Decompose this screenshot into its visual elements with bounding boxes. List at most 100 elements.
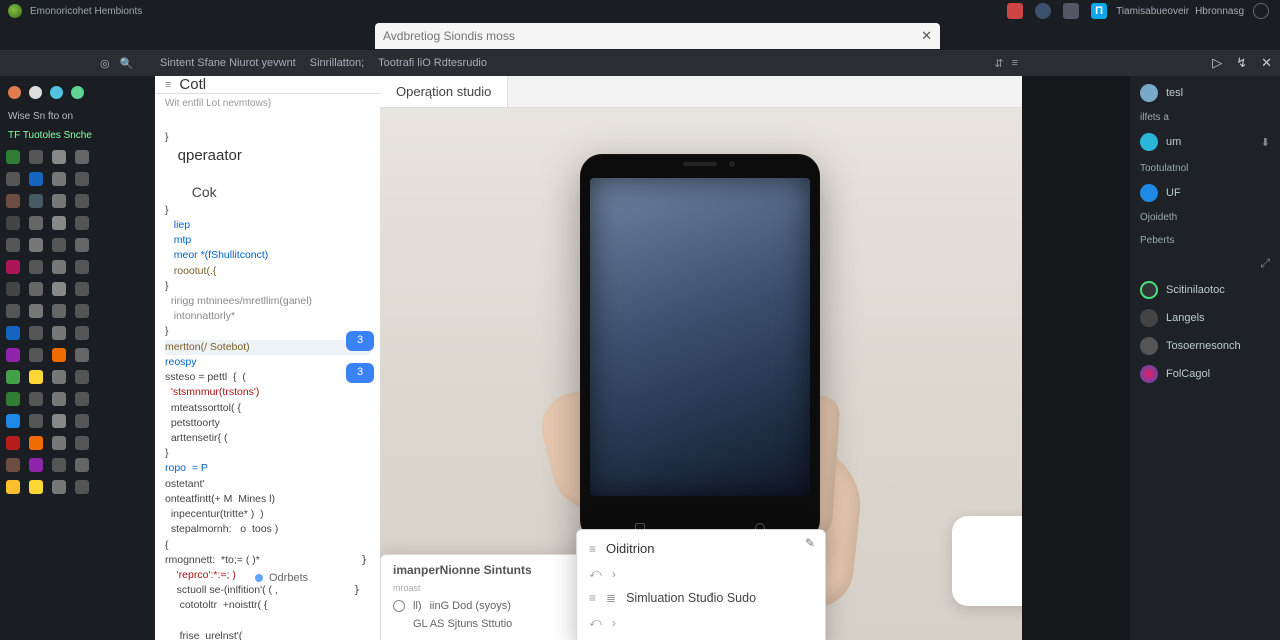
popup-actions[interactable]: ✎ ≡Oiditrion ⤺› ≡≣Simluation Stuđio Sudo… <box>576 529 826 640</box>
tool-icon[interactable] <box>6 216 20 230</box>
popup-suggestions[interactable]: imanperNionne Sintunts mroast ll)iinG Do… <box>380 554 600 640</box>
tool-icon[interactable] <box>52 150 66 164</box>
search-input[interactable] <box>383 29 921 43</box>
tool-icon[interactable] <box>6 194 20 208</box>
tool-entry[interactable]: FolCagol <box>1140 365 1270 383</box>
tool-icon[interactable] <box>29 480 43 494</box>
tool-icon[interactable] <box>75 370 89 384</box>
odrbets-chip[interactable]: Odrbets <box>245 572 308 584</box>
hamburger-icon[interactable]: ≡ <box>165 79 171 91</box>
tool-icon[interactable] <box>75 458 89 472</box>
tool-icon[interactable] <box>6 414 20 428</box>
globe-icon[interactable] <box>1035 3 1051 19</box>
tool-icon[interactable] <box>52 348 66 362</box>
tool-icon[interactable] <box>6 172 20 186</box>
tool-icon[interactable] <box>52 260 66 274</box>
tool-icon[interactable] <box>75 480 89 494</box>
tool-icon[interactable] <box>52 304 66 318</box>
breadcrumb-3[interactable]: Tootrafi liO Rdtesrudio <box>378 57 487 69</box>
tool-icon[interactable] <box>6 348 20 362</box>
tool-icon[interactable] <box>29 326 43 340</box>
tool-icon[interactable] <box>6 260 20 274</box>
tool-icon[interactable] <box>29 238 43 252</box>
popup1-row[interactable]: GL AS Sjtuns Sttutio <box>393 615 587 633</box>
tool-icon[interactable] <box>52 238 66 252</box>
user-entry[interactable]: tesl <box>1140 84 1270 102</box>
tool-icon[interactable] <box>6 436 20 450</box>
tool-icon[interactable] <box>75 260 89 274</box>
code-tab[interactable]: ≡ Cotl <box>155 76 380 94</box>
tool-icon[interactable] <box>75 414 89 428</box>
search-box[interactable]: ✕ <box>375 23 940 49</box>
tool-icon[interactable] <box>29 414 43 428</box>
stop-icon[interactable]: ↯ <box>1236 55 1247 71</box>
popup2-line[interactable]: ⤺› <box>589 610 813 635</box>
menu-icon[interactable]: ≡ <box>1012 57 1018 70</box>
tool-icon[interactable] <box>52 436 66 450</box>
device-screen[interactable] <box>590 178 810 496</box>
avatar-4-icon[interactable] <box>71 86 84 99</box>
tool-icon[interactable] <box>75 194 89 208</box>
tool-icon[interactable] <box>29 150 43 164</box>
avatar-3-icon[interactable] <box>50 86 63 99</box>
edit-icon[interactable]: ✎ <box>805 536 815 550</box>
tool-entry[interactable]: Scitinilaotoc <box>1140 281 1270 299</box>
titlebar-link-2[interactable]: Hbronnasg <box>1195 6 1244 17</box>
earth-icon[interactable] <box>1253 3 1269 19</box>
tool-icon[interactable] <box>6 392 20 406</box>
popup1-row[interactable]: ll)iinG Dod (syoys) <box>393 597 587 615</box>
tool-icon[interactable] <box>75 282 89 296</box>
avatar-1-icon[interactable] <box>8 86 21 99</box>
user-entry[interactable]: UF <box>1140 184 1270 202</box>
tool-icon[interactable] <box>29 260 43 274</box>
tool-icon[interactable] <box>75 304 89 318</box>
close-panel-icon[interactable]: ✕ <box>1261 55 1272 71</box>
badge-2[interactable]: 3 <box>346 363 374 383</box>
download-icon[interactable]: ⬇ <box>1261 136 1270 149</box>
flag-icon[interactable]: П <box>1091 3 1107 19</box>
tool-icon[interactable] <box>6 326 20 340</box>
tool-icon[interactable] <box>29 348 43 362</box>
tool-icon[interactable] <box>52 414 66 428</box>
device-frame[interactable] <box>580 154 820 542</box>
tool-icon[interactable] <box>29 304 43 318</box>
tool-icon[interactable] <box>6 458 20 472</box>
tool-icon[interactable] <box>75 392 89 406</box>
tool-icon[interactable] <box>29 436 43 450</box>
tool-icon[interactable] <box>6 282 20 296</box>
tool-icon[interactable] <box>6 304 20 318</box>
tool-icon[interactable] <box>52 194 66 208</box>
tool-icon[interactable] <box>52 282 66 296</box>
tool-icon[interactable] <box>52 392 66 406</box>
preview-tab[interactable]: Operątion studio <box>380 76 508 107</box>
badge-1[interactable]: 3 <box>346 331 374 351</box>
tool-icon[interactable] <box>75 238 89 252</box>
tool-icon[interactable] <box>6 480 20 494</box>
tool-icon[interactable] <box>52 326 66 340</box>
breadcrumb-1[interactable]: Sintent Sfane Niurot yevwnt <box>160 57 296 69</box>
tool-icon[interactable] <box>29 216 43 230</box>
titlebar-link-1[interactable]: Tiamisabueoveir <box>1116 6 1189 17</box>
tool-icon[interactable] <box>29 282 43 296</box>
popup2-line[interactable]: ≡≣Simluation Stuđio Sudo <box>589 586 813 610</box>
tool-icon[interactable] <box>75 436 89 450</box>
tool-icon[interactable] <box>52 216 66 230</box>
breadcrumb-2[interactable]: Sinrillatton; <box>310 57 364 69</box>
tool-icon[interactable] <box>75 150 89 164</box>
tool-icon[interactable] <box>52 458 66 472</box>
search-icon[interactable]: 🔍 <box>120 57 134 70</box>
tool-icon[interactable] <box>29 392 43 406</box>
preview-canvas[interactable]: imanperNionne Sintunts mroast ll)iinG Do… <box>380 108 1022 640</box>
tool-icon[interactable] <box>75 348 89 362</box>
tool-icon[interactable] <box>6 150 20 164</box>
search-clear-icon[interactable]: ✕ <box>921 28 932 44</box>
user-entry[interactable]: um⬇ <box>1140 133 1270 151</box>
play-icon[interactable]: ▷ <box>1212 55 1222 71</box>
tool-icon[interactable] <box>75 216 89 230</box>
tool-icon[interactable] <box>29 172 43 186</box>
popup2-line[interactable]: ⤺› <box>589 561 813 586</box>
tool-icon[interactable] <box>52 172 66 186</box>
tool-icon[interactable] <box>29 458 43 472</box>
tool-icon[interactable] <box>75 172 89 186</box>
tool-entry[interactable]: Langels <box>1140 309 1270 327</box>
